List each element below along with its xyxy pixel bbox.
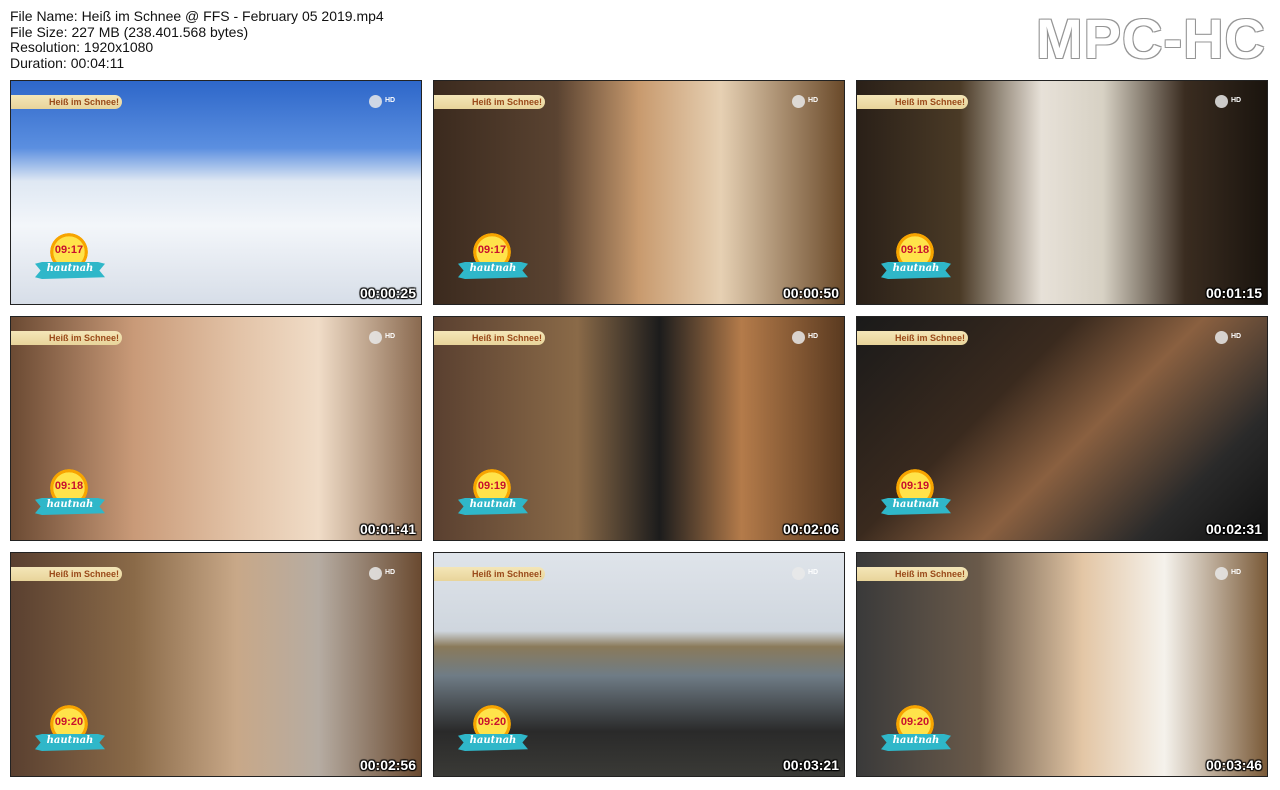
show-banner: Heiß im Schnee! bbox=[857, 331, 968, 345]
clock-time: 09:19 bbox=[900, 480, 930, 492]
channel-logo-icon: HD bbox=[792, 567, 826, 581]
show-banner: Heiß im Schnee! bbox=[434, 331, 545, 345]
video-thumbnail[interactable]: Heiß im Schnee! HD 09:19 hautnah 00:02:31 bbox=[856, 316, 1268, 541]
show-banner: Heiß im Schnee! bbox=[857, 567, 968, 581]
clock-time: 09:17 bbox=[477, 244, 507, 256]
video-thumbnail[interactable]: Heiß im Schnee! HD 09:18 hautnah 00:01:15 bbox=[856, 80, 1268, 305]
sun-clock-badge: 09:18 hautnah bbox=[35, 468, 107, 526]
channel-disc-icon bbox=[792, 567, 805, 580]
duration: Duration: 00:04:11 bbox=[10, 54, 125, 71]
show-banner: Heiß im Schnee! bbox=[11, 331, 122, 345]
show-banner: Heiß im Schnee! bbox=[11, 95, 122, 109]
sun-clock-badge: 09:18 hautnah bbox=[881, 232, 953, 290]
video-thumbnail[interactable]: Heiß im Schnee! HD 09:18 hautnah 00:01:41 bbox=[10, 316, 422, 541]
timecode: 00:03:21 bbox=[782, 757, 839, 773]
channel-disc-icon bbox=[369, 95, 382, 108]
clock-time: 09:18 bbox=[54, 480, 84, 492]
sun-clock-badge: 09:17 hautnah bbox=[35, 232, 107, 290]
hd-label: HD bbox=[1231, 97, 1242, 104]
timecode: 00:01:15 bbox=[1205, 285, 1262, 301]
timecode: 00:01:41 bbox=[359, 521, 416, 537]
show-banner: Heiß im Schnee! bbox=[434, 95, 545, 109]
mpc-hc-logo: MPC-HC bbox=[1036, 7, 1266, 70]
video-thumbnail[interactable]: Heiß im Schnee! HD 09:20 hautnah 00:03:46 bbox=[856, 552, 1268, 777]
sun-clock-badge: 09:20 hautnah bbox=[881, 704, 953, 762]
file-name: File Name: Heiß im Schnee @ FFS - Februa… bbox=[10, 8, 384, 24]
sun-clock-badge: 09:20 hautnah bbox=[458, 704, 530, 762]
show-word: hautnah bbox=[46, 735, 94, 746]
sun-clock-badge: 09:20 hautnah bbox=[35, 704, 107, 762]
timecode: 00:02:56 bbox=[359, 757, 416, 773]
show-banner: Heiß im Schnee! bbox=[434, 567, 545, 581]
show-word: hautnah bbox=[46, 499, 94, 510]
hd-label: HD bbox=[808, 333, 819, 340]
channel-disc-icon bbox=[369, 331, 382, 344]
hd-label: HD bbox=[385, 97, 396, 104]
show-word: hautnah bbox=[469, 263, 517, 274]
clock-time: 09:20 bbox=[477, 716, 507, 728]
channel-disc-icon bbox=[792, 331, 805, 344]
video-thumbnail[interactable]: Heiß im Schnee! HD 09:20 hautnah 00:02:56 bbox=[10, 552, 422, 777]
hd-label: HD bbox=[808, 97, 819, 104]
show-word: hautnah bbox=[892, 263, 940, 274]
timecode: 00:02:31 bbox=[1205, 521, 1262, 537]
hd-label: HD bbox=[1231, 569, 1242, 576]
clock-time: 09:20 bbox=[54, 716, 84, 728]
channel-logo-icon: HD bbox=[369, 567, 403, 581]
sun-clock-badge: 09:19 hautnah bbox=[458, 468, 530, 526]
clock-time: 09:18 bbox=[900, 244, 930, 256]
channel-disc-icon bbox=[1215, 331, 1228, 344]
show-banner: Heiß im Schnee! bbox=[11, 567, 122, 581]
clock-time: 09:20 bbox=[900, 716, 930, 728]
clock-time: 09:17 bbox=[54, 244, 84, 256]
video-thumbnail[interactable]: Heiß im Schnee! HD 09:17 hautnah 00:00:25 bbox=[10, 80, 422, 305]
timecode: 00:02:06 bbox=[782, 521, 839, 537]
channel-logo-icon: HD bbox=[1215, 331, 1249, 345]
hd-label: HD bbox=[385, 569, 396, 576]
channel-disc-icon bbox=[1215, 95, 1228, 108]
show-word: hautnah bbox=[469, 499, 517, 510]
hd-label: HD bbox=[1231, 333, 1242, 340]
clock-time: 09:19 bbox=[477, 480, 507, 492]
channel-disc-icon bbox=[792, 95, 805, 108]
timecode: 00:03:46 bbox=[1205, 757, 1262, 773]
video-thumbnail[interactable]: Heiß im Schnee! HD 09:17 hautnah 00:00:50 bbox=[433, 80, 845, 305]
channel-logo-icon: HD bbox=[792, 331, 826, 345]
show-banner: Heiß im Schnee! bbox=[857, 95, 968, 109]
show-word: hautnah bbox=[46, 263, 94, 274]
channel-logo-icon: HD bbox=[369, 95, 403, 109]
resolution: Resolution: 1920x1080 bbox=[10, 39, 154, 55]
channel-logo-icon: HD bbox=[1215, 567, 1249, 581]
video-thumbnail[interactable]: Heiß im Schnee! HD 09:19 hautnah 00:02:06 bbox=[433, 316, 845, 541]
video-thumbnail[interactable]: Heiß im Schnee! HD 09:20 hautnah 00:03:21 bbox=[433, 552, 845, 777]
timecode: 00:00:25 bbox=[359, 285, 416, 301]
channel-disc-icon bbox=[369, 567, 382, 580]
timecode: 00:00:50 bbox=[782, 285, 839, 301]
show-word: hautnah bbox=[892, 735, 940, 746]
show-word: hautnah bbox=[892, 499, 940, 510]
show-word: hautnah bbox=[469, 735, 517, 746]
channel-logo-icon: HD bbox=[369, 331, 403, 345]
sun-clock-badge: 09:19 hautnah bbox=[881, 468, 953, 526]
channel-disc-icon bbox=[1215, 567, 1228, 580]
sun-clock-badge: 09:17 hautnah bbox=[458, 232, 530, 290]
hd-label: HD bbox=[385, 333, 396, 340]
hd-label: HD bbox=[808, 569, 819, 576]
channel-logo-icon: HD bbox=[1215, 95, 1249, 109]
file-info: File Name: Heiß im Schnee @ FFS - Februa… bbox=[10, 8, 384, 71]
channel-logo-icon: HD bbox=[792, 95, 826, 109]
file-size: File Size: 227 MB (238.401.568 bytes) bbox=[10, 23, 249, 40]
